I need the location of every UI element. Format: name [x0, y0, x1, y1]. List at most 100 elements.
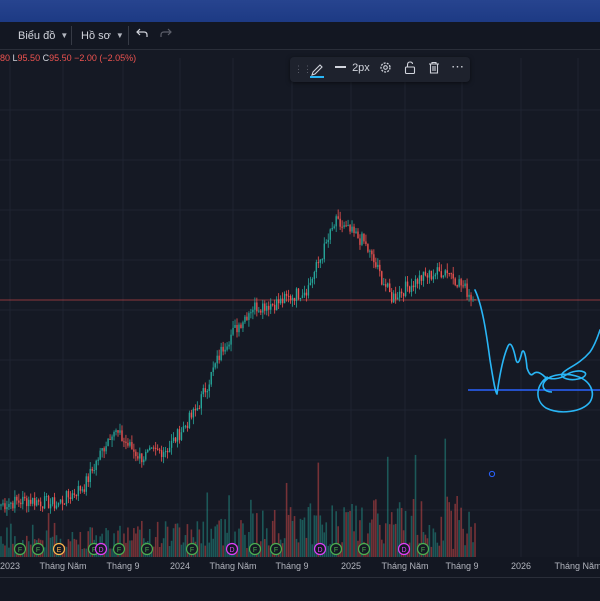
candle-body	[49, 504, 52, 509]
candle-body	[377, 264, 379, 268]
volume-bar	[309, 503, 312, 557]
candle-body	[410, 285, 413, 292]
candle-body	[109, 438, 111, 440]
candle-body	[458, 279, 460, 287]
line-width-button[interactable]: 2px	[335, 61, 370, 78]
line-width-label: 2px	[352, 62, 370, 74]
candle-body	[365, 241, 367, 245]
candle-body	[73, 493, 76, 495]
undo-button[interactable]	[136, 27, 148, 44]
candle-body	[39, 501, 42, 507]
chart-menu-button[interactable]: Biểu đồ ▼	[18, 27, 68, 44]
volume-bar	[6, 527, 8, 557]
candle-body	[309, 282, 312, 286]
undo-icon	[136, 28, 148, 37]
candle-body	[339, 218, 341, 227]
candle-body	[67, 491, 70, 498]
candle-body	[6, 507, 8, 510]
candle-body	[147, 449, 149, 452]
time-axis[interactable]: 2023 Tháng Năm Tháng 9 2024 Tháng Năm Tháng 9…	[0, 557, 600, 577]
candle-body	[79, 486, 82, 491]
volume-bar	[4, 545, 6, 557]
bottom-toolbar	[0, 577, 600, 601]
candle-body	[317, 262, 320, 264]
candle-body	[160, 450, 163, 458]
candle-body	[63, 503, 66, 505]
volume-bar	[81, 548, 84, 557]
volume-bar	[456, 496, 458, 557]
event-marker: D	[397, 542, 411, 556]
more-icon[interactable]: ⋯	[451, 58, 464, 75]
volume-bar	[83, 548, 86, 557]
volume-bar	[129, 540, 131, 557]
volume-bar	[77, 544, 80, 557]
event-marker-label: F	[117, 547, 121, 554]
volume-bar	[474, 523, 476, 557]
volume-bar	[452, 548, 454, 557]
candle-body	[61, 499, 64, 504]
settings-button[interactable]	[379, 61, 392, 78]
event-marker: D	[94, 542, 108, 556]
drawing-point[interactable]	[488, 470, 496, 478]
volume-bar	[139, 529, 141, 557]
volume-bar	[73, 538, 76, 557]
volume-bar	[388, 524, 391, 557]
candle-body	[204, 388, 206, 393]
volume-bar	[379, 524, 381, 557]
candle-body	[289, 295, 292, 301]
volume-bar	[12, 543, 14, 557]
candle-body	[129, 442, 131, 446]
volume-bar	[222, 545, 224, 557]
candle-body	[371, 250, 373, 255]
time-axis-label: Tháng Năm	[554, 561, 600, 571]
candle-body	[198, 408, 201, 410]
volume-bar	[281, 543, 284, 557]
circle-drawing[interactable]	[537, 373, 594, 413]
candle-body	[329, 229, 331, 240]
delete-button[interactable]	[428, 61, 440, 78]
candle-body	[262, 303, 264, 313]
candle-body	[258, 310, 260, 312]
candle-body	[303, 292, 306, 296]
pencil-color-button[interactable]	[310, 61, 324, 78]
volume-bar	[172, 528, 175, 557]
candle-body	[418, 275, 421, 284]
volume-bar	[283, 538, 286, 557]
candle-body	[234, 325, 236, 328]
candle-body	[283, 293, 286, 304]
candle-body	[321, 259, 323, 261]
candle-body	[85, 476, 87, 492]
candle-body	[381, 271, 383, 285]
volume-bar	[305, 537, 308, 557]
event-marker-label: F	[334, 547, 338, 554]
volume-bar	[166, 526, 169, 557]
volume-bar	[347, 512, 349, 557]
candle-body	[379, 264, 381, 272]
candle-body	[402, 293, 405, 297]
profile-menu-button[interactable]: Hồ sơ ▼	[81, 27, 124, 44]
candle-body	[387, 283, 389, 287]
candle-body	[212, 367, 214, 373]
volume-bar	[137, 526, 139, 557]
candle-body	[154, 447, 157, 449]
candle-body	[47, 496, 50, 509]
volume-bar	[210, 528, 213, 557]
volume-bar	[345, 512, 347, 557]
volume-bar	[434, 532, 437, 557]
event-marker-label: F	[18, 547, 22, 554]
candle-body	[145, 451, 147, 460]
volume-bar	[87, 531, 90, 557]
price-chart[interactable]: FFEFDFFFDFFDFFDF	[0, 58, 600, 557]
chart-toolbar: Biểu đồ ▼ Hồ sơ ▼	[0, 22, 600, 50]
volume-bar	[444, 438, 447, 557]
toolbar-divider	[71, 26, 72, 45]
candle-body	[97, 459, 99, 461]
candle-body	[30, 499, 32, 504]
redo-button[interactable]	[160, 27, 172, 44]
volume-bar	[440, 516, 443, 557]
candle-body	[206, 391, 208, 393]
lock-button[interactable]	[404, 61, 416, 78]
volume-bar	[156, 521, 159, 557]
toolbar-divider	[128, 26, 129, 45]
chart-menu-label: Biểu đồ	[18, 30, 56, 42]
